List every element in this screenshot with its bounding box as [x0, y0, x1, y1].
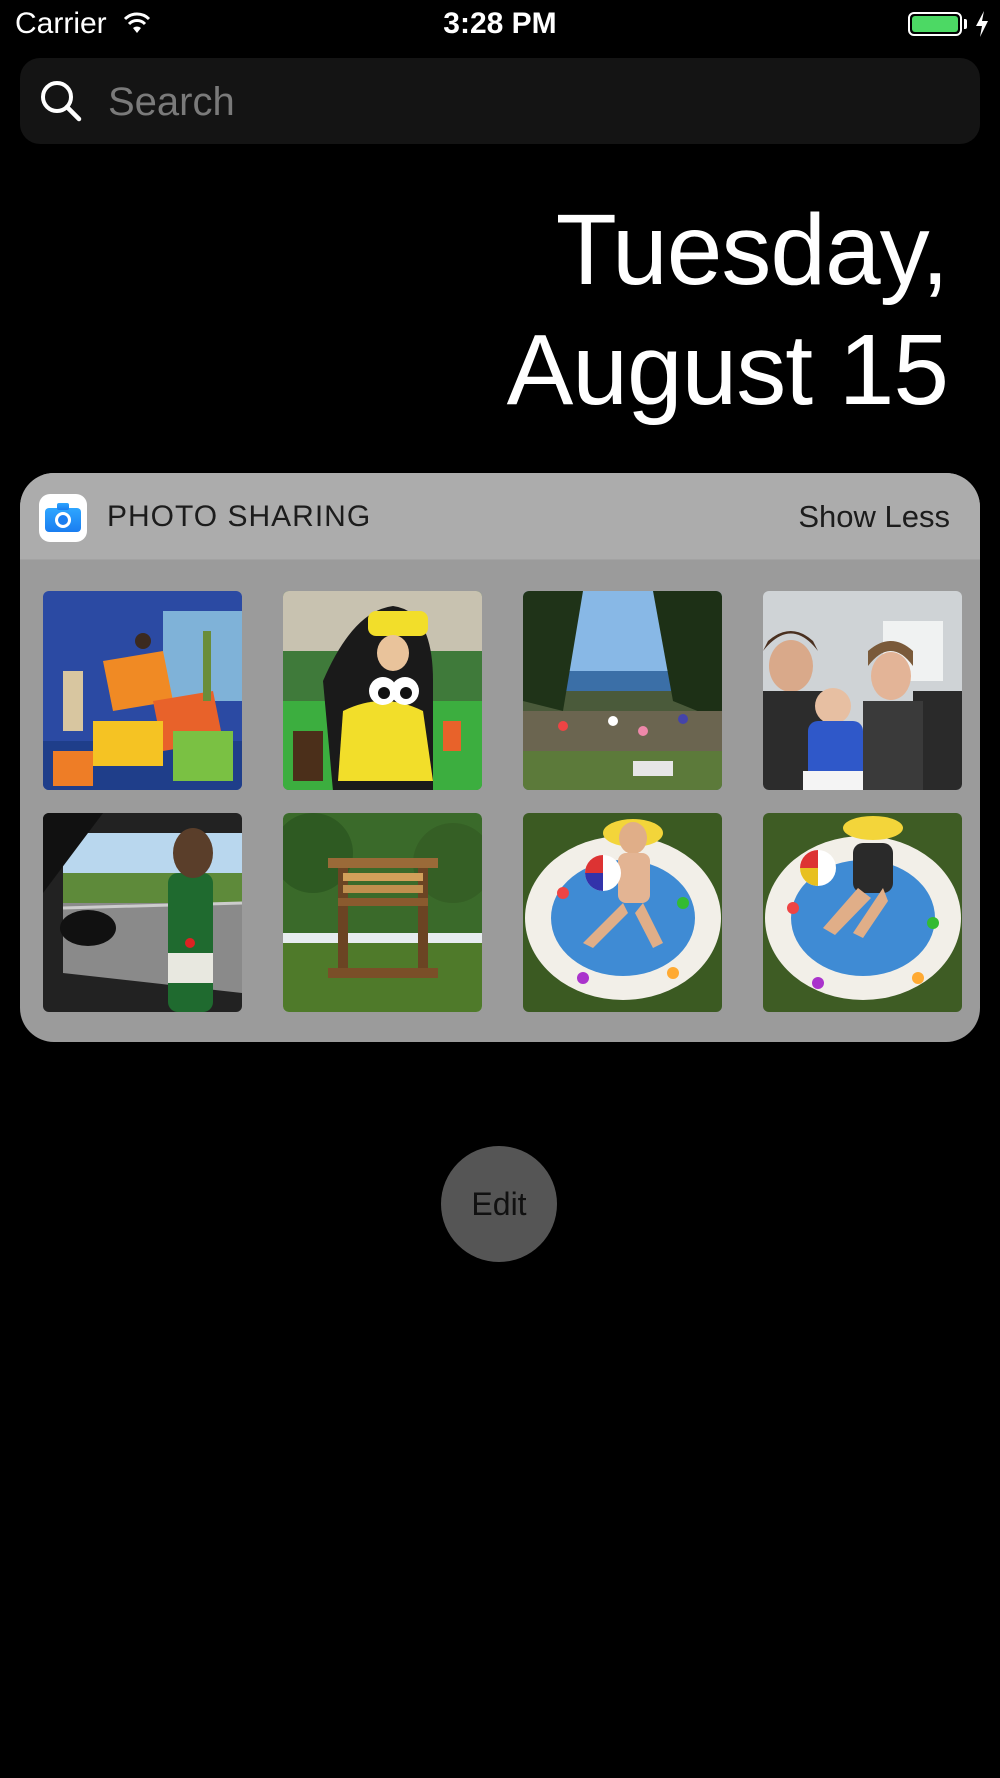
date-weekday: Tuesday, — [555, 194, 949, 306]
search-icon — [41, 81, 82, 122]
search-bar[interactable] — [20, 58, 980, 146]
date-day: August 15 — [506, 314, 949, 426]
camera-icon — [39, 494, 87, 542]
charging-bolt-icon — [976, 11, 988, 37]
photo-thumbnail[interactable] — [523, 591, 722, 790]
photo-sharing-widget: PHOTO SHARING Show Less — [20, 473, 980, 1042]
photo-thumbnail[interactable] — [523, 813, 722, 1012]
photo-thumbnail[interactable] — [763, 591, 962, 790]
status-bar: Carrier 3:28 PM — [0, 0, 1000, 50]
photo-thumbnail[interactable] — [283, 591, 482, 790]
date-heading: Tuesday, August 15 — [506, 190, 949, 430]
widget-title: PHOTO SHARING — [107, 500, 372, 533]
photo-thumbnail[interactable] — [763, 813, 962, 1012]
photo-thumbnail[interactable] — [43, 813, 242, 1012]
photo-thumbnail[interactable] — [43, 591, 242, 790]
battery-icon — [908, 12, 962, 36]
photo-thumbnail[interactable] — [283, 813, 482, 1012]
clock: 3:28 PM — [443, 7, 557, 40]
battery-nub — [964, 19, 967, 29]
edit-button[interactable]: Edit — [441, 1146, 557, 1262]
search-input[interactable] — [106, 58, 960, 146]
widget-header: PHOTO SHARING Show Less — [20, 473, 980, 560]
show-less-button[interactable]: Show Less — [798, 499, 950, 535]
